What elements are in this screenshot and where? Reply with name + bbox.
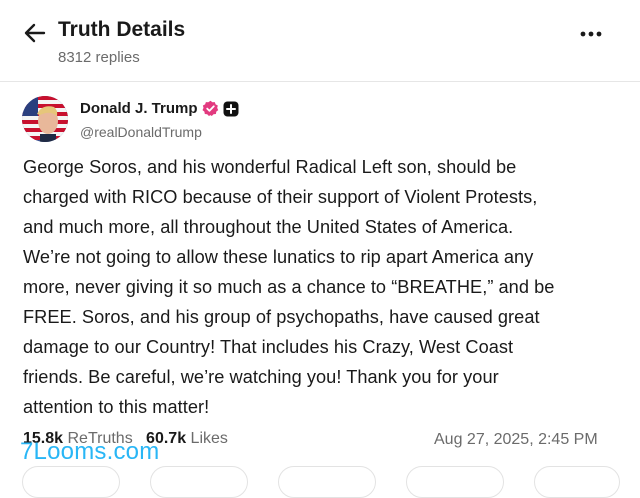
post-timestamp: Aug 27, 2025, 2:45 PM [434,431,598,448]
action-bar [0,466,640,498]
page-title: Truth Details [58,18,186,41]
more-horizontal-icon [580,31,602,37]
more-options-button[interactable] [576,22,606,46]
like-button[interactable] [278,466,376,498]
avatar[interactable] [22,96,68,142]
post-line: more, never giving it so much as a chanc… [23,277,555,297]
retruth-button[interactable] [150,466,248,498]
post-line: damage to our Country! That includes his… [23,337,514,357]
author-name[interactable]: Donald J. Trump [80,100,198,117]
bookmark-button[interactable] [534,466,620,498]
post-line: and much more, all throughout the United… [23,217,514,237]
post-line: attention to this matter! [23,397,210,417]
post-line: friends. Be careful, we’re watching you!… [23,367,499,387]
verified-badge-icon [202,100,219,116]
plus-box-icon [223,101,239,117]
post-line: We’re not going to allow these lunatics … [23,247,534,267]
post-line: FREE. Soros, and his group of psychopath… [23,307,540,327]
post-line: George Soros, and his wonderful Radical … [23,157,517,177]
header-divider [0,81,640,82]
watermark-text: 7Looms.com [20,438,160,465]
back-button[interactable] [22,20,48,46]
share-button[interactable] [406,466,504,498]
profile-photo-icon [22,96,68,142]
arrow-left-icon [24,23,46,43]
author-handle[interactable]: @realDonaldTrump [80,124,202,140]
reply-count: 8312 replies [58,49,140,66]
post-line: charged with RICO because of their suppo… [23,187,538,207]
post-text: George Soros, and his wonderful Radical … [23,152,623,422]
page-header: Truth Details 8312 replies [0,0,640,80]
reply-button[interactable] [22,466,120,498]
likes-label: Likes [190,430,228,447]
